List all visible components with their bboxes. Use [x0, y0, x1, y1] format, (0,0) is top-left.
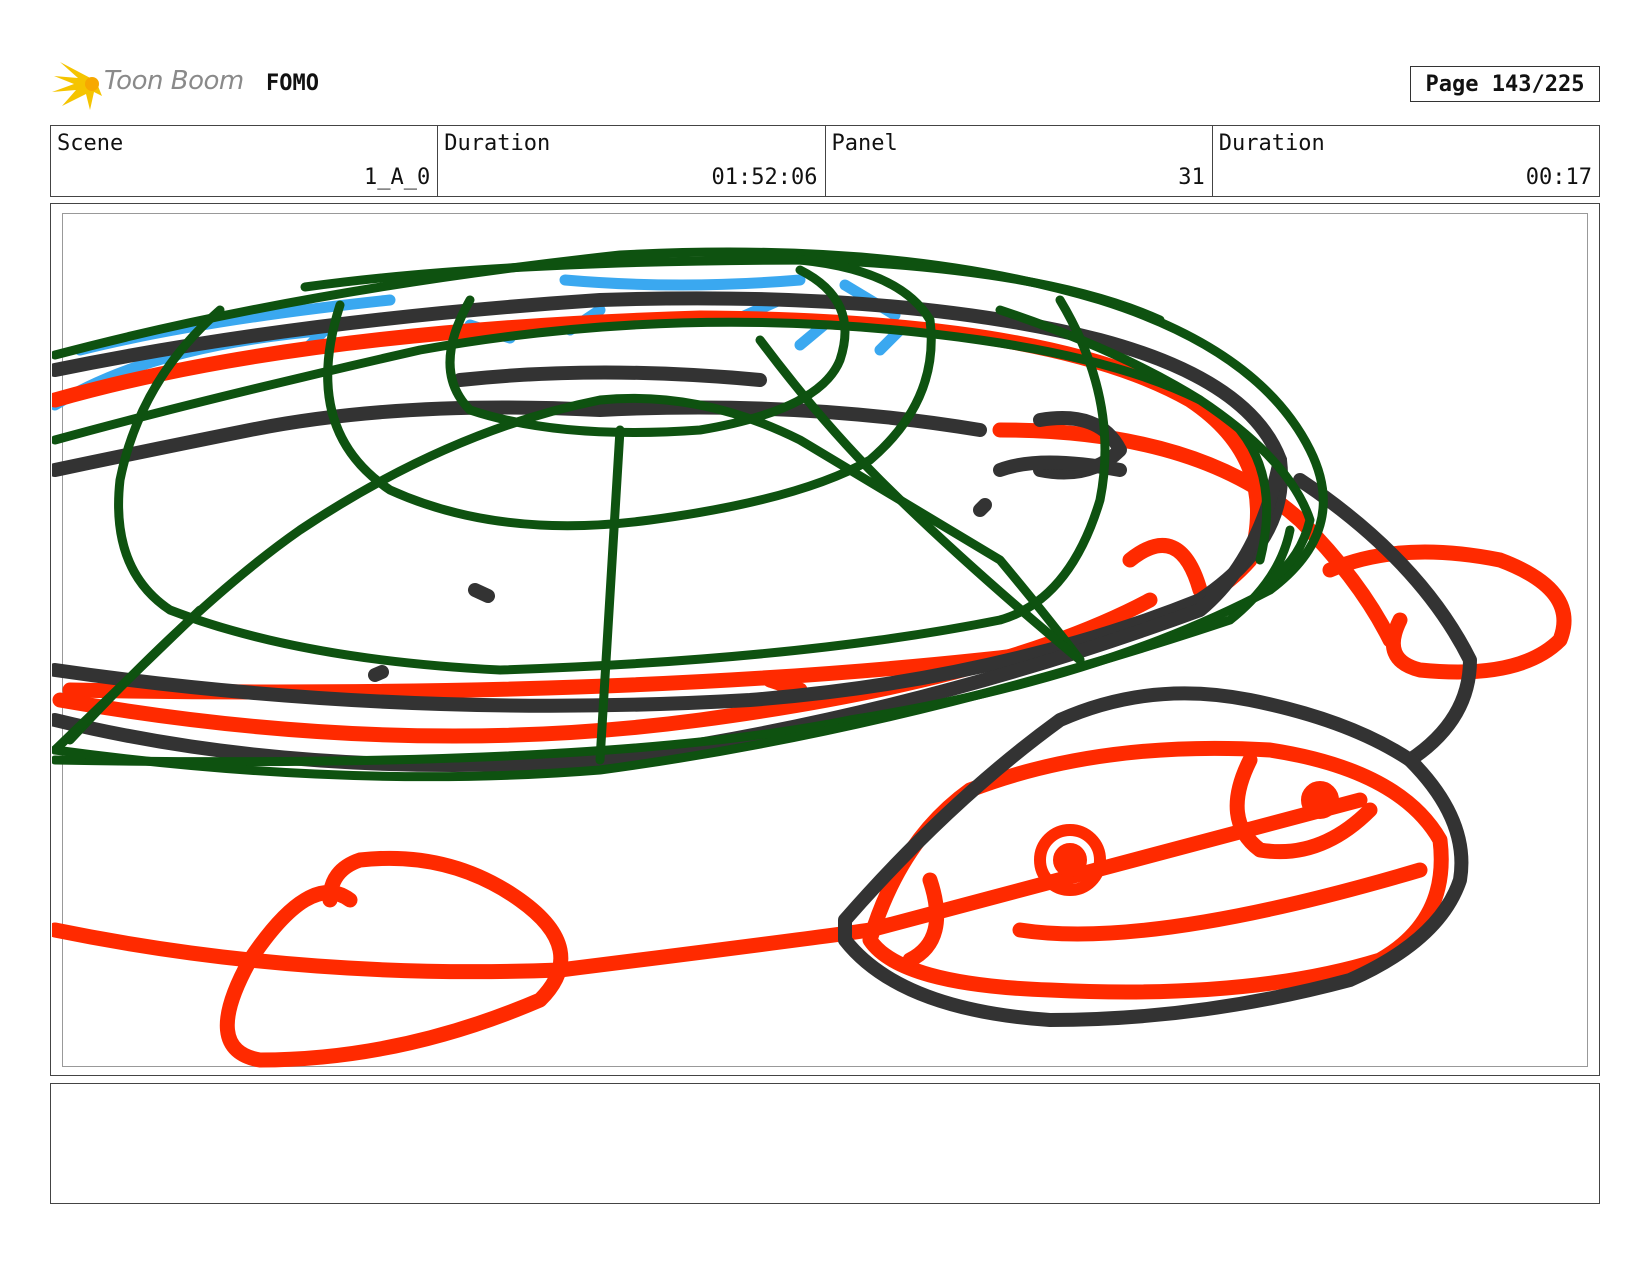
scene-label: Scene [57, 131, 124, 156]
panel-cell: Panel 31 [826, 126, 1213, 196]
scene-cell: Scene 1_A_0 [51, 126, 439, 196]
page-number: Page 143/225 [1410, 66, 1600, 102]
panel-duration-value: 00:17 [1525, 165, 1592, 190]
panel-sketch [52, 247, 1572, 1068]
panel-duration-label: Duration [1218, 131, 1325, 156]
panel-duration-cell: Duration 00:17 [1213, 126, 1599, 196]
panel-value: 31 [1178, 165, 1205, 190]
scene-duration-value: 01:52:06 [711, 165, 818, 190]
project-title: FOMO [266, 71, 319, 96]
scene-duration-cell: Duration 01:52:06 [438, 126, 826, 196]
scene-info-bar: Scene 1_A_0 Duration 01:52:06 Panel 31 D… [50, 125, 1600, 197]
scene-value: 1_A_0 [364, 165, 431, 190]
brand-name: Toon Boom [104, 66, 244, 96]
scene-duration-label: Duration [444, 131, 551, 156]
star-burst-icon [52, 62, 102, 110]
panel-label: Panel [831, 131, 898, 156]
panel-notes-box [50, 1083, 1600, 1204]
